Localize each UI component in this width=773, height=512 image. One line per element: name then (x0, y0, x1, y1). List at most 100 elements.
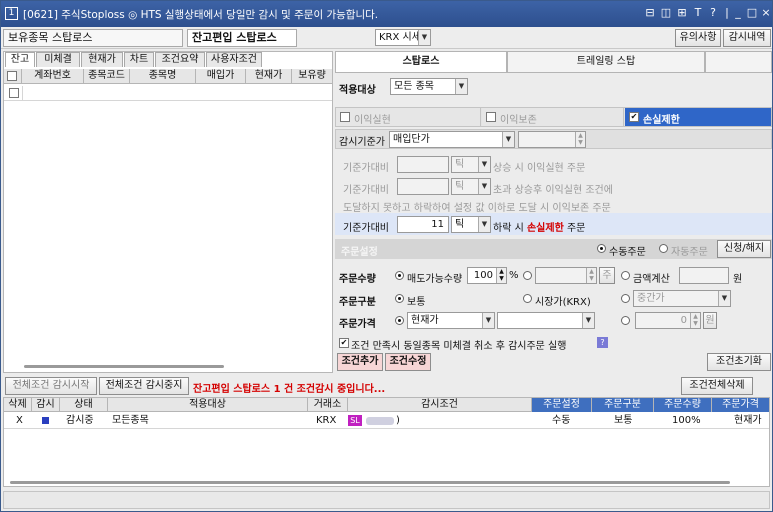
status-bar (3, 491, 770, 509)
sl-badge: SL (348, 415, 362, 426)
layout-icon[interactable]: ⊟ (644, 6, 656, 20)
preserve-checkbox[interactable] (486, 112, 496, 122)
normal-type-radio[interactable] (395, 294, 404, 303)
chevron-down-icon: ▼ (478, 179, 490, 194)
market-type-label: 시장가(KRX) (535, 297, 591, 308)
horizontal-scrollbar[interactable] (10, 481, 730, 484)
price-type-value: 현재가 (411, 315, 439, 326)
grid-icon[interactable]: ⊞ (676, 6, 688, 20)
row-price-cell: 현재가 (734, 415, 762, 426)
market-select-value: KRX 시세 (379, 32, 421, 43)
help-icon[interactable]: ? (707, 6, 719, 20)
qty-shares-input[interactable]: ▲ ▼ (535, 267, 597, 284)
tab-trailing-stop[interactable]: 트레일링 스탑 (507, 51, 705, 73)
tab-user-condition[interactable]: 사용자조건 (206, 52, 262, 67)
price-custom-input[interactable]: 0 ▲ ▼ (635, 312, 701, 329)
tab-chart[interactable]: 차트 (124, 52, 154, 67)
horizontal-scrollbar[interactable] (24, 365, 224, 368)
target-select[interactable]: 모든 종목 ▼ (390, 78, 468, 95)
col-condition: 감시조건 (348, 398, 532, 412)
apply-cancel-button[interactable]: 신청/해지 (717, 240, 771, 258)
price-custom-radio[interactable] (621, 316, 630, 325)
row2-label: 기준가대비 (343, 185, 389, 196)
col-order-qty: 주문수량 (654, 398, 712, 412)
chevron-down-icon: ▼ (478, 217, 490, 232)
order-settings-label: 주문설정 (341, 247, 378, 258)
delete-all-button[interactable]: 조건전체삭제 (681, 377, 753, 395)
price-type-radio[interactable] (395, 316, 404, 325)
col-code: 종목코드 (84, 69, 130, 84)
col-account: 계좌번호 (22, 69, 84, 84)
title-bar: 1 [0621] 주식Stoploss ◎ HTS 실행상태에서 당일만 감시 … (1, 1, 772, 27)
row4-text-bold: 손실제한 (526, 223, 564, 234)
monitor-history-button[interactable]: 감시내역 (723, 29, 771, 47)
stoploss-checkbox[interactable]: ✔ (629, 112, 639, 122)
price-sub-select[interactable]: ▼ (497, 312, 595, 329)
add-condition-button[interactable]: 조건추가 (337, 353, 383, 371)
row4-unit: 틱 (455, 219, 465, 230)
mid-type-select[interactable]: 중간가 ▼ (633, 290, 731, 307)
manual-order-radio[interactable] (597, 244, 606, 253)
row-delete-cell[interactable]: X (16, 414, 23, 428)
row4-unit-select[interactable]: 틱 ▼ (451, 216, 491, 233)
row1-unit: 틱 (455, 159, 465, 170)
tab-condition-summary[interactable]: 조건요약 (155, 52, 205, 67)
toolbar: 보유종목 스탑로스 잔고편입 스탑로스 KRX 시세 ▼ 유의사항 감시내역 (1, 27, 772, 49)
monitor-bar: 전체조건 감시시작 전체조건 감시중지 잔고편입 스탑로스 1 건 조건감시 중… (1, 375, 772, 395)
tab-stoploss[interactable]: 스탑로스 (335, 51, 507, 73)
amount-calc-radio[interactable] (621, 271, 630, 280)
row2-input[interactable] (397, 178, 449, 195)
base-price-select[interactable]: 매입단가 ▼ (389, 131, 515, 148)
qty-percent-unit: % (509, 270, 519, 281)
start-all-button[interactable]: 전체조건 감시시작 (5, 377, 97, 395)
grid-line (22, 86, 23, 100)
maximize-icon[interactable]: □ (746, 6, 758, 20)
select-all-checkbox[interactable] (7, 71, 17, 81)
close-icon[interactable]: × (760, 6, 772, 20)
chevron-down-icon: ▼ (582, 313, 594, 328)
market-type-radio[interactable] (523, 294, 532, 303)
minimize-icon[interactable]: _ (732, 6, 744, 20)
split-icon[interactable]: ◫ (660, 6, 672, 20)
row1-text: 상승 시 이익실현 주문 (493, 163, 586, 174)
stop-all-button[interactable]: 전체조건 감시중지 (99, 377, 189, 395)
preserve-section: 이익보존 (482, 108, 624, 126)
sellable-qty-radio[interactable] (395, 271, 404, 280)
font-icon[interactable]: T (692, 6, 704, 20)
mid-type-radio[interactable] (621, 294, 630, 303)
manual-order-label: 수동주문 (609, 247, 646, 258)
help-icon[interactable]: ? (597, 337, 608, 348)
profit-checkbox[interactable] (340, 112, 350, 122)
edit-condition-button[interactable]: 조건수정 (385, 353, 431, 371)
monitor-indicator (42, 417, 49, 424)
reset-condition-button[interactable]: 조건초기화 (707, 353, 771, 371)
base-price-input[interactable]: ▲ ▼ (518, 131, 586, 148)
notice-button[interactable]: 유의사항 (675, 29, 721, 47)
row-qty-cell: 100% (672, 415, 701, 426)
holding-stoploss-tab[interactable]: 보유종목 스탑로스 (3, 29, 183, 47)
cancel-unfilled-text: 조건 만족시 동일종목 미체결 취소 후 감시주문 실행 (351, 341, 567, 352)
tab-unfilled[interactable]: 미체결 (36, 52, 80, 67)
row1-unit-select[interactable]: 틱 ▼ (451, 156, 491, 173)
tab-current-price[interactable]: 현재가 (81, 52, 123, 67)
price-custom-unit: 원 (703, 312, 717, 329)
target-label: 적용대상 (339, 85, 376, 96)
balance-stoploss-tab[interactable]: 잔고편입 스탑로스 (187, 29, 297, 47)
stoploss-tick-input[interactable]: 11 (397, 216, 449, 233)
cancel-unfilled-checkbox[interactable]: ✔ (339, 338, 349, 348)
price-type-select[interactable]: 현재가 ▼ (407, 312, 495, 329)
amount-input[interactable] (679, 267, 729, 284)
qty-shares-radio[interactable] (523, 271, 532, 280)
col-buy-price: 매입가 (196, 69, 246, 84)
tab-extra[interactable] (705, 51, 772, 73)
market-select[interactable]: KRX 시세 ▼ (375, 29, 431, 46)
row1-input[interactable] (397, 156, 449, 173)
row-setting-cell: 수동 (552, 415, 571, 426)
row-checkbox[interactable] (9, 88, 19, 98)
auto-order-radio[interactable] (659, 244, 668, 253)
qty-percent-input[interactable]: 100 ▲ ▼ (467, 267, 507, 284)
sellable-qty-label: 매도가능수량 (407, 274, 463, 285)
row2-unit-select[interactable]: 틱 ▼ (451, 178, 491, 195)
spin-arrows-icon: ▲ ▼ (690, 313, 700, 328)
tab-balance[interactable]: 잔고 (5, 52, 35, 67)
